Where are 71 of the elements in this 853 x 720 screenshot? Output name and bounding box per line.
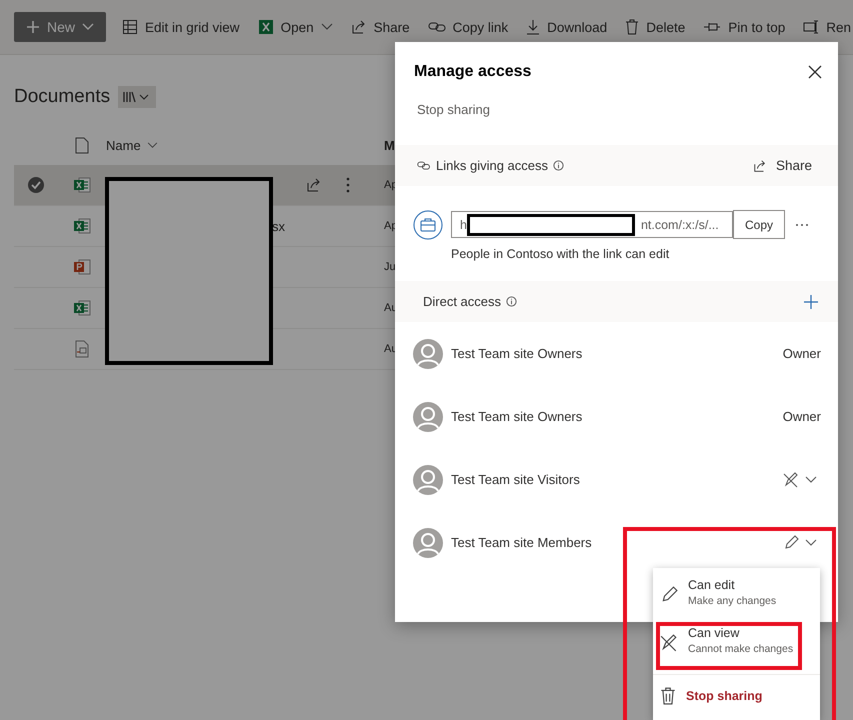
toolbar-button[interactable]: Edit in grid view: [116, 19, 246, 35]
toolbar-button[interactable]: Download: [520, 19, 614, 35]
section-header: Links giving access: [436, 158, 548, 173]
role-label: Owner: [782, 409, 821, 424]
avatar-icon: [413, 338, 443, 368]
link-icon: [417, 160, 431, 170]
column-header[interactable]: Name: [106, 138, 158, 152]
trash-icon: [625, 19, 640, 35]
pencil-crossed-icon: [783, 472, 799, 488]
close-button[interactable]: [806, 63, 824, 81]
pin-icon: [703, 21, 722, 33]
link-url-field[interactable]: h nt.com/:x:/s/...: [451, 211, 733, 238]
share-icon: [350, 19, 367, 35]
dialog-title: Manage access: [414, 63, 532, 81]
close-icon: [808, 65, 822, 79]
stop-sharing-link[interactable]: Stop sharing: [417, 102, 490, 117]
avatar-icon: [413, 402, 443, 432]
person-name: Test Team site Owners: [451, 346, 582, 361]
rename-icon: [803, 20, 820, 34]
person-name: Test Team site Members: [451, 535, 592, 550]
file-type-icon: [75, 136, 89, 154]
pencil-icon: [783, 534, 799, 550]
section-header: Direct access: [423, 294, 502, 309]
avatar-icon: [413, 528, 443, 558]
spreadsheet-icon: [73, 299, 91, 317]
toolbar-button[interactable]: Share: [344, 19, 416, 35]
share-icon: [752, 158, 767, 172]
info-icon[interactable]: [553, 160, 564, 171]
file-icon: [75, 340, 89, 358]
file-name[interactable]: sx: [272, 218, 285, 234]
modified-date: Ju: [384, 261, 396, 273]
copy-button[interactable]: Copy: [733, 210, 786, 239]
spreadsheet-icon: [258, 19, 274, 35]
download-icon: [526, 19, 540, 35]
share-icon[interactable]: [306, 177, 322, 193]
menu-item[interactable]: Can view Cannot make changes: [653, 620, 820, 668]
share-button[interactable]: Share: [746, 157, 818, 174]
grid-icon: [122, 19, 138, 35]
menu-item[interactable]: Can edit Make any changes: [653, 572, 820, 620]
add-icon[interactable]: [804, 294, 818, 308]
chevron-down-icon: [146, 142, 158, 148]
pencil-icon: [660, 586, 678, 604]
spreadsheet-icon: [73, 176, 91, 194]
new-button[interactable]: New: [14, 12, 106, 42]
view-switcher[interactable]: [118, 86, 156, 108]
check-icon[interactable]: [27, 176, 45, 194]
toolbar-button[interactable]: Open: [252, 19, 339, 35]
chevron-down-icon: [805, 538, 817, 546]
more-icon[interactable]: [346, 177, 350, 193]
chevron-down-icon: [805, 476, 817, 484]
chevron-down-icon: [82, 23, 94, 31]
avatar-icon: [413, 464, 443, 494]
pencil-crossed-icon: [660, 634, 678, 652]
person-name: Test Team site Owners: [451, 409, 582, 424]
plus-icon: [26, 20, 40, 34]
toolbar-button[interactable]: Pin to top: [697, 20, 792, 34]
toolbar-button[interactable]: Delete: [619, 19, 692, 35]
trash-icon: [660, 687, 676, 705]
presentation-icon: [73, 258, 91, 276]
library-title: Documents: [14, 86, 110, 108]
column-header[interactable]: M: [384, 138, 395, 152]
person-name: Test Team site Visitors: [451, 472, 580, 487]
toolbar-button[interactable]: Ren: [797, 20, 853, 34]
link-description: People in Contoso with the link can edit: [451, 247, 670, 261]
link-icon: [428, 20, 446, 34]
info-icon[interactable]: [506, 296, 518, 307]
role-label: Owner: [782, 346, 821, 361]
briefcase-icon: [413, 210, 443, 240]
more-icon[interactable]: [795, 222, 810, 226]
spreadsheet-icon: [73, 217, 91, 235]
toolbar-button[interactable]: Copy link: [422, 20, 514, 34]
